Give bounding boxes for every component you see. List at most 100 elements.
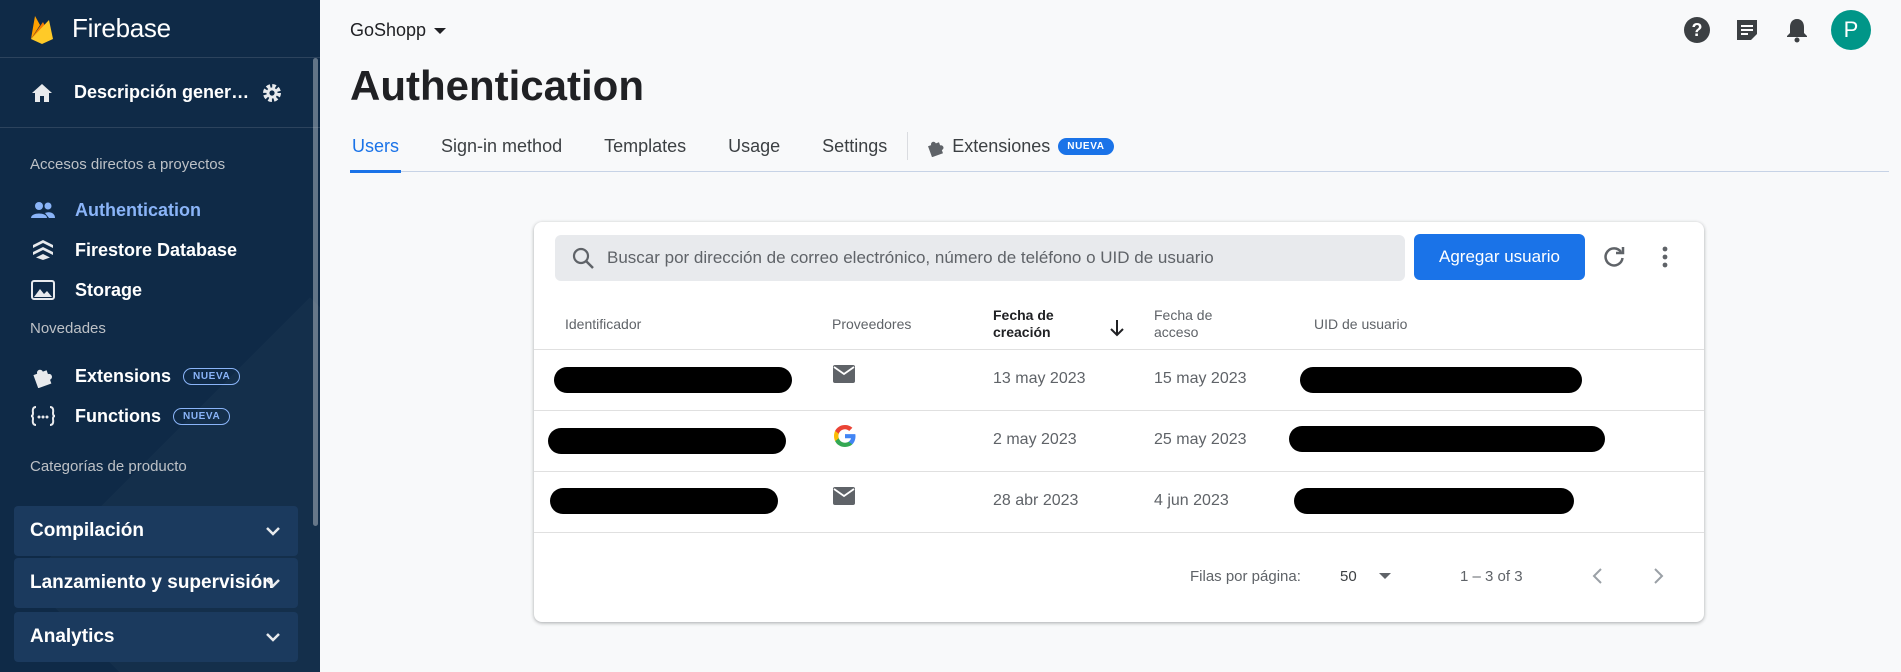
email-icon: [833, 487, 855, 505]
tab-extensions[interactable]: Extensiones NUEVA: [926, 132, 1114, 157]
redacted-identifier: [550, 488, 778, 514]
tab-usage[interactable]: Usage: [726, 132, 782, 172]
tab-bar: Users Sign-in method Templates Usage Set…: [350, 132, 1889, 173]
new-badge: NUEVA: [173, 407, 231, 425]
search-icon: [572, 247, 594, 269]
group-label: Analytics: [30, 626, 115, 647]
redacted-uid: [1289, 426, 1605, 452]
email-icon: [833, 365, 855, 383]
firebase-logo-icon: [31, 15, 53, 44]
sidebar-item-label: Storage: [75, 279, 143, 300]
group-lanzamiento[interactable]: Lanzamiento y supervisión: [14, 558, 298, 608]
col-identifier[interactable]: Identificador: [565, 316, 641, 333]
page-title: Authentication: [350, 62, 644, 109]
main-content: GoShopp ? P Authentication Users Sign-in…: [320, 0, 1901, 672]
tab-sign-in-method[interactable]: Sign-in method: [439, 132, 564, 172]
project-selector[interactable]: GoShopp: [350, 20, 447, 41]
project-overview[interactable]: Descripción general ...: [0, 58, 320, 128]
feedback-icon[interactable]: [1731, 14, 1763, 46]
brand[interactable]: Firebase: [0, 0, 320, 58]
redacted-uid: [1300, 367, 1582, 393]
sidebar-item-storage[interactable]: Storage: [0, 270, 320, 310]
project-name: GoShopp: [350, 20, 427, 40]
sidebar-item-authentication[interactable]: Authentication: [0, 190, 320, 230]
puzzle-icon: [30, 364, 56, 388]
sidebar: Firebase Descripción general ... Accesos…: [0, 0, 320, 672]
chevron-down-icon: [266, 579, 280, 588]
col-created[interactable]: Fecha de creación: [993, 307, 1054, 341]
table-row[interactable]: 13 may 2023 15 may 2023: [534, 350, 1704, 411]
overview-label: Descripción general ...: [74, 82, 252, 102]
gear-icon[interactable]: [260, 81, 284, 105]
section-news: Novedades: [30, 320, 106, 337]
brand-name: Firebase: [72, 13, 171, 43]
sidebar-item-label: Functions: [75, 405, 161, 426]
new-badge: NUEVA: [183, 367, 241, 385]
redacted-uid: [1294, 488, 1574, 514]
new-badge: NUEVA: [1058, 138, 1114, 155]
group-label: Lanzamiento y supervisión: [30, 572, 274, 593]
signed-in-date: 15 may 2023: [1154, 370, 1247, 387]
redacted-identifier: [548, 428, 786, 454]
sidebar-item-label: Extensions: [75, 365, 172, 386]
search-input[interactable]: [607, 248, 1387, 268]
created-date: 2 may 2023: [993, 431, 1077, 448]
sidebar-item-label: Authentication: [75, 199, 201, 220]
page-range: 1 – 3 of 3: [1460, 568, 1523, 585]
col-created-line1: Fecha de: [993, 307, 1054, 323]
col-signed-line2: acceso: [1154, 324, 1199, 340]
caret-down-icon[interactable]: [1379, 573, 1391, 579]
tab-extensions-label: Extensiones: [952, 136, 1051, 156]
col-signed-in[interactable]: Fecha de acceso: [1154, 307, 1212, 341]
chevron-right-icon[interactable]: [1647, 565, 1669, 587]
puzzle-icon: [928, 141, 944, 157]
bell-icon[interactable]: [1781, 14, 1813, 46]
firestore-icon: [30, 238, 56, 262]
home-icon: [32, 83, 52, 102]
signed-in-date: 4 jun 2023: [1154, 492, 1229, 509]
section-shortcuts: Accesos directos a proyectos: [30, 156, 226, 173]
tab-templates[interactable]: Templates: [602, 132, 688, 172]
sidebar-item-label: Firestore Database: [75, 239, 238, 260]
chevron-down-icon: [266, 633, 280, 642]
group-label: Compilación: [30, 520, 145, 541]
avatar[interactable]: P: [1831, 10, 1871, 50]
add-user-button[interactable]: Agregar usuario: [1414, 234, 1585, 280]
section-categories: Categorías de producto: [30, 458, 187, 475]
created-date: 28 abr 2023: [993, 492, 1079, 509]
col-created-line2: creación: [993, 324, 1051, 340]
chevron-left-icon[interactable]: [1587, 565, 1609, 587]
functions-icon: [30, 404, 56, 428]
sidebar-item-extensions[interactable]: Extensions NUEVA: [0, 356, 320, 396]
users-card: Agregar usuario Identificador Proveedore…: [534, 222, 1704, 622]
sidebar-item-firestore[interactable]: Firestore Database: [0, 230, 320, 270]
col-signed-line1: Fecha de: [1154, 307, 1213, 323]
created-date: 13 may 2023: [993, 370, 1086, 387]
sidebar-scrollbar[interactable]: [313, 58, 318, 526]
table-row[interactable]: 28 abr 2023 4 jun 2023: [534, 472, 1704, 533]
col-uid[interactable]: UID de usuario: [1314, 316, 1407, 333]
caret-down-icon: [434, 27, 447, 34]
col-providers[interactable]: Proveedores: [832, 316, 911, 333]
tab-users[interactable]: Users: [350, 132, 402, 173]
group-analytics[interactable]: Analytics: [14, 612, 298, 662]
arrow-down-icon[interactable]: [1109, 319, 1125, 337]
rows-per-page-select[interactable]: 50: [1340, 568, 1357, 585]
tab-settings[interactable]: Settings: [820, 132, 889, 172]
image-icon: [30, 278, 56, 302]
table-row[interactable]: 2 may 2023 25 may 2023: [534, 411, 1704, 472]
google-icon: [834, 425, 856, 447]
header-actions: ? P: [1681, 10, 1871, 50]
tab-divider: [907, 132, 909, 160]
group-compilacion[interactable]: Compilación: [14, 506, 298, 556]
sidebar-item-functions[interactable]: Functions NUEVA: [0, 396, 320, 436]
svg-text:?: ?: [1692, 20, 1703, 40]
help-icon[interactable]: ?: [1681, 14, 1713, 46]
chevron-down-icon: [266, 527, 280, 536]
rows-per-page-label: Filas por página:: [1190, 568, 1301, 585]
refresh-icon[interactable]: [1601, 244, 1627, 270]
search-bar[interactable]: [555, 235, 1405, 281]
more-vert-icon[interactable]: [1652, 244, 1678, 270]
redacted-identifier: [554, 367, 792, 393]
table-header: Identificador Proveedores Fecha de creac…: [534, 298, 1704, 350]
